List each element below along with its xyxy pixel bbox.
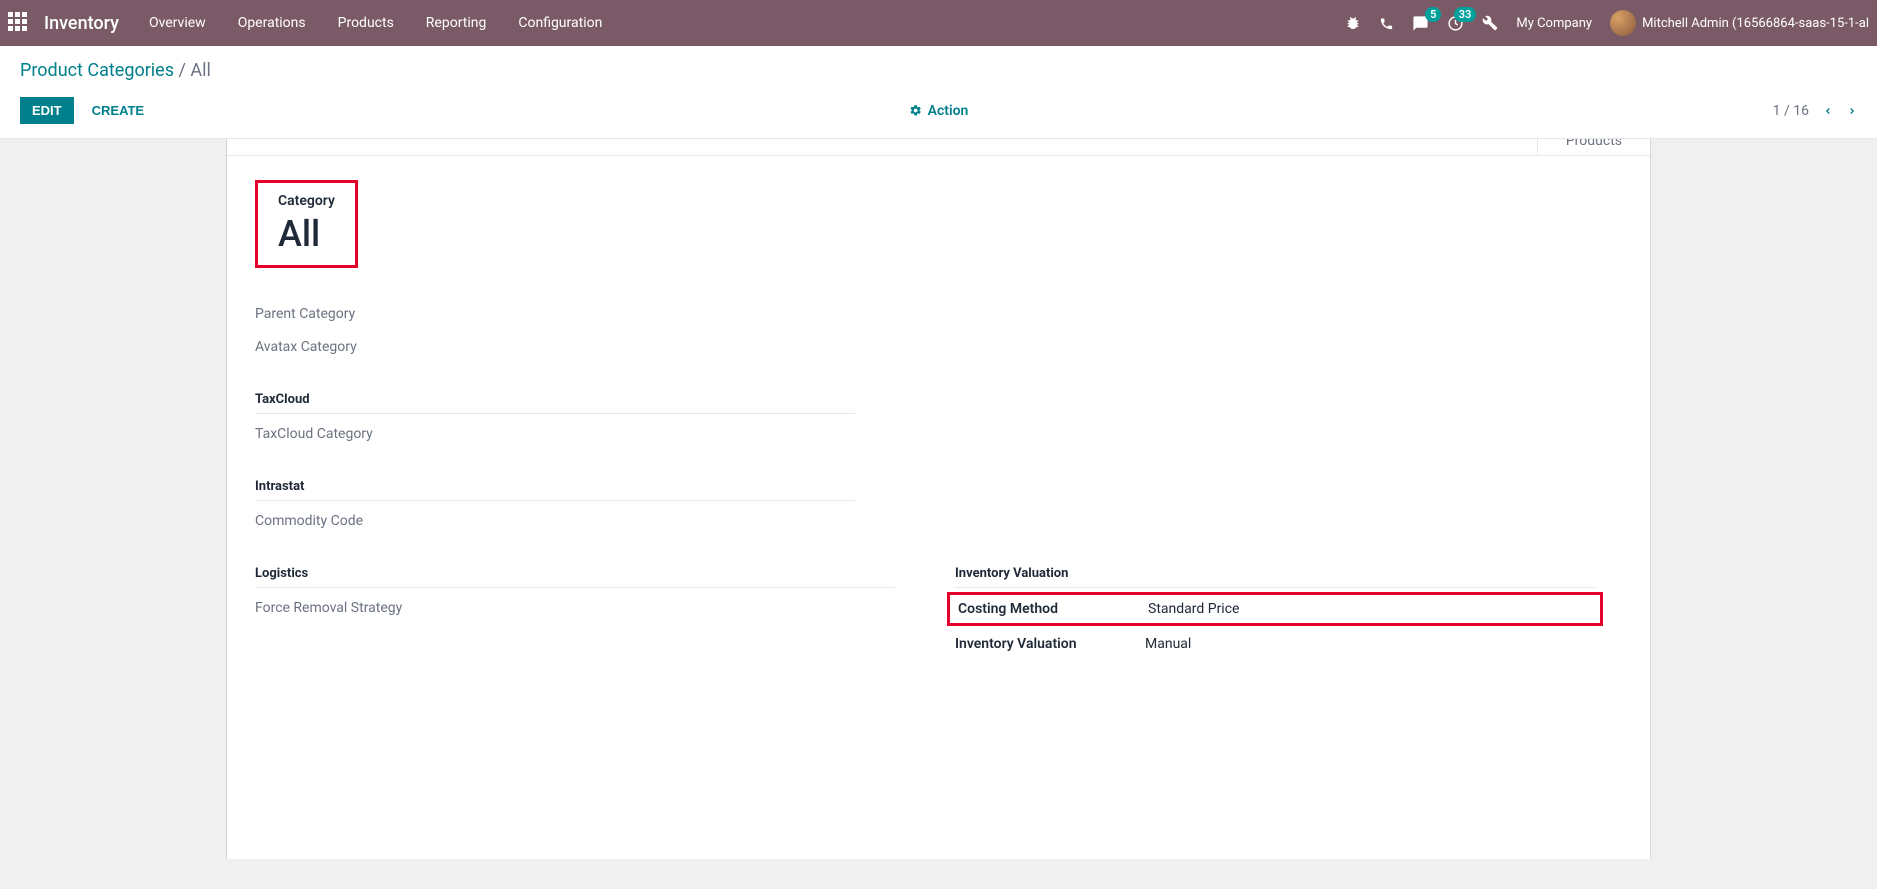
company-name[interactable]: My Company [1516,16,1592,31]
activity-badge: 33 [1454,7,1477,22]
form-sheet: Products Category All Parent Category Av… [226,139,1651,859]
top-nav: Inventory Overview Operations Products R… [0,0,1877,46]
taxcloud-category-label: TaxCloud Category [255,426,515,442]
messages-badge: 5 [1425,7,1441,22]
costing-method-row: Costing Method Standard Price [958,601,1592,617]
create-button[interactable]: CREATE [80,97,156,124]
logistics-section: Logistics [255,566,895,588]
user-name: Mitchell Admin (16566864-saas-15-1-al [1642,16,1869,31]
topnav-right: 5 33 My Company Mitchell Admin (16566864… [1345,10,1869,36]
inventory-valuation-label: Inventory Valuation [955,636,1145,652]
commodity-code-label: Commodity Code [255,513,515,529]
sheet-background: Products Category All Parent Category Av… [0,139,1877,859]
form-body: Category All Parent Category Avatax Cate… [227,156,1650,684]
pager-arrows [1823,103,1857,119]
costing-method-label: Costing Method [958,601,1148,617]
phone-icon[interactable] [1379,16,1394,31]
chevron-right-icon[interactable] [1847,103,1857,119]
category-value: All [278,213,335,255]
nav-overview[interactable]: Overview [149,15,206,31]
action-dropdown[interactable]: Action [909,103,969,119]
breadcrumb-parent[interactable]: Product Categories [20,60,174,81]
edit-button[interactable]: EDIT [20,97,74,124]
fields-column: Parent Category Avatax Category TaxCloud… [255,298,855,538]
costing-method-highlight: Costing Method Standard Price [947,592,1603,626]
force-removal-label: Force Removal Strategy [255,600,515,616]
costing-method-value: Standard Price [1148,601,1239,617]
category-label: Category [278,193,335,209]
tools-icon[interactable] [1482,15,1498,31]
apps-icon[interactable] [8,12,30,34]
gear-icon [909,104,922,117]
control-right: 1 / 16 [1773,103,1857,119]
nav-reporting[interactable]: Reporting [426,15,487,31]
nav-links: Overview Operations Products Reporting C… [149,15,602,31]
avatax-category-label: Avatax Category [255,339,515,355]
app-brand[interactable]: Inventory [44,13,119,34]
breadcrumb-row: Product Categories / All [0,46,1877,87]
pager-text[interactable]: 1 / 16 [1773,103,1809,119]
taxcloud-category-row: TaxCloud Category [255,418,855,451]
parent-category-row: Parent Category [255,298,855,331]
breadcrumb-current: All [190,60,211,81]
messages-icon[interactable]: 5 [1412,15,1429,32]
inventory-valuation-value: Manual [1145,636,1191,652]
stat-button-row: Products [227,139,1650,156]
nav-products[interactable]: Products [338,15,394,31]
activity-icon[interactable]: 33 [1447,15,1464,32]
chevron-left-icon[interactable] [1823,103,1833,119]
two-column-section: Logistics Force Removal Strategy Invento… [255,566,1622,660]
action-label: Action [928,103,969,119]
inventory-valuation-section: Inventory Valuation [955,566,1595,588]
category-title-box: Category All [255,180,358,268]
products-stat-button[interactable]: Products [1537,139,1650,155]
user-menu[interactable]: Mitchell Admin (16566864-saas-15-1-al [1610,10,1869,36]
breadcrumb-sep: / [179,60,191,81]
inventory-valuation-row: Inventory Valuation Manual [955,628,1595,660]
intrastat-section: Intrastat [255,479,855,501]
taxcloud-section: TaxCloud [255,392,855,414]
force-removal-row: Force Removal Strategy [255,592,895,625]
avatax-category-row: Avatax Category [255,331,855,364]
inventory-valuation-column: Inventory Valuation Costing Method Stand… [955,566,1595,660]
bug-icon[interactable] [1345,15,1361,31]
nav-configuration[interactable]: Configuration [518,15,602,31]
avatar [1610,10,1636,36]
nav-operations[interactable]: Operations [238,15,306,31]
commodity-code-row: Commodity Code [255,505,855,538]
logistics-column: Logistics Force Removal Strategy [255,566,895,660]
control-row: EDIT CREATE Action 1 / 16 [0,87,1877,139]
parent-category-label: Parent Category [255,306,515,322]
breadcrumb: Product Categories / All [20,60,1857,81]
